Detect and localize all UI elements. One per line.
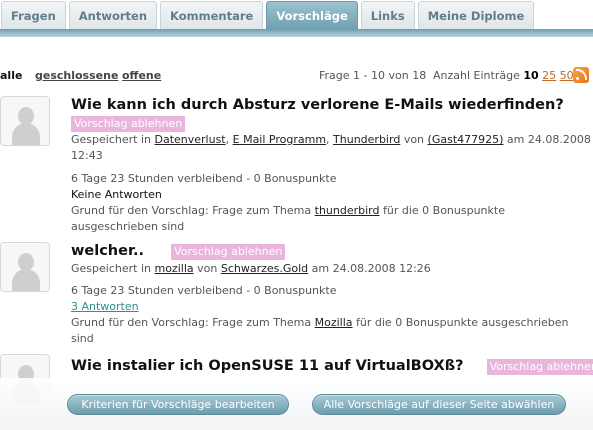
saved-in-label: Gespeichert in [71,262,151,275]
answers-link[interactable]: 3 Antworten [71,299,586,315]
question-item: welcher.. Vorschlag ablehnen Gespeichert… [71,241,586,347]
question-title[interactable]: Wie kann ich durch Absturz verlorene E-M… [71,95,586,115]
reason-text: sind [71,332,94,345]
reject-suggestion-button[interactable]: Vorschlag ablehnen [71,116,186,132]
reject-suggestion-button[interactable]: Vorschlag ablehnen [171,244,286,260]
tab-bar: Fragen Antworten Kommentare Vorschläge L… [0,0,593,30]
question-title[interactable]: Wie instalier ich OpenSUSE 11 auf Virtua… [71,358,464,374]
tab-vorschlaege[interactable]: Vorschläge [266,1,358,30]
question-meta: Gespeichert in mozilla von Schwarzes.Gol… [71,261,586,277]
reason-text: Grund für den Vorschlag: Frage zum Thema [71,204,312,217]
category-link[interactable]: E Mail Programm [233,133,326,146]
question-meta: Gespeichert in Datenverlust, E Mail Prog… [71,133,591,146]
reason-text: für die 0 Bonuspunkte [382,204,505,217]
avatar [0,242,50,292]
avatar-body [12,269,40,291]
tab-antworten[interactable]: Antworten [68,1,158,30]
edit-criteria-button[interactable]: Kriterien für Vorschläge bearbeiten [67,394,289,415]
reason-text: Grund für den Vorschlag: Frage zum Thema [71,316,312,329]
deselect-all-button[interactable]: Alle Vorschläge auf dieser Seite abwähle… [312,394,566,415]
suggestion-reason: Grund für den Vorschlag: Frage zum Thema… [71,315,586,331]
filter-open[interactable]: offene [122,69,161,82]
suggestions-page: Fragen Antworten Kommentare Vorschläge L… [0,0,593,430]
tab-links[interactable]: Links [360,1,415,30]
time-remaining: 6 Tage 23 Stunden verbleibend - 0 Bonusp… [71,284,337,297]
reason-text: ausgeschrieben sind [71,220,185,233]
tab-kommentare[interactable]: Kommentare [160,1,264,30]
topic-link[interactable]: thunderbird [315,204,380,217]
date: am 24.08.2008 12:26 [311,262,431,275]
time-remaining: 6 Tage 23 Stunden verbleibend - 0 Bonusp… [71,172,337,185]
author-link[interactable]: Schwarzes.Gold [221,262,308,275]
by-label: von [197,262,218,275]
question-title[interactable]: welcher.. [71,243,144,259]
date: am 24.08.2008 [506,133,591,146]
entries-option-10[interactable]: 10 [523,69,538,82]
topic-link[interactable]: Mozilla [315,316,353,329]
avatar-body [12,123,40,145]
answer-count: Keine Antworten [71,188,162,201]
by-label: von [403,133,425,146]
tab-underline [0,29,593,37]
entries-option-50[interactable]: 50 [560,69,574,82]
result-range: Frage 1 - 10 von 18 [319,69,427,82]
tab-meine-diplome[interactable]: Meine Diplome [417,1,535,30]
date-time: 12:43 [71,149,103,162]
author-link[interactable]: (Gast477925) [428,133,504,146]
reason-text: für die 0 Bonuspunkte ausgeschrieben [356,316,569,329]
filter-all[interactable]: alle [0,69,22,82]
category-link[interactable]: Thunderbird [333,133,400,146]
category-link[interactable]: Datenverlust [154,133,225,146]
question-title-row: welcher.. Vorschlag ablehnen [71,241,586,261]
reject-suggestion-button[interactable]: Vorschlag ablehnen [486,359,593,375]
filter-closed[interactable]: geschlossene [35,69,118,82]
question-item: Wie kann ich durch Absturz verlorene E-M… [71,95,591,235]
category-link[interactable]: mozilla [154,262,193,275]
tab-fragen[interactable]: Fragen [1,1,66,30]
avatar [0,96,50,146]
question-item: Wie instalier ich OpenSUSE 11 auf Virtua… [71,356,593,376]
saved-in-label: Gespeichert in [71,133,151,146]
question-title-row: Wie instalier ich OpenSUSE 11 auf Virtua… [71,356,593,376]
entries-label: Anzahl Einträge [433,69,520,82]
rss-feed-icon[interactable] [573,67,589,83]
entries-option-25[interactable]: 25 [542,69,556,82]
suggestion-reason: Grund für den Vorschlag: Frage zum Thema… [71,203,586,219]
entries-per-page: Anzahl Einträge 10 25 50 [433,69,574,82]
